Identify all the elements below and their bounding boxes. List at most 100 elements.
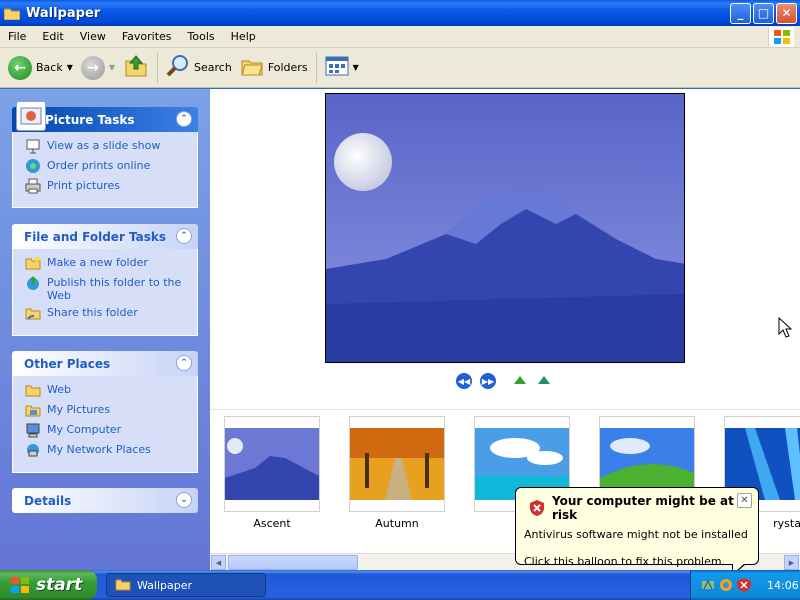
slideshow-icon bbox=[25, 138, 41, 154]
folders-label: Folders bbox=[267, 61, 308, 74]
rotate-counterclockwise-icon[interactable] bbox=[536, 374, 552, 389]
minimize-button[interactable]: _ bbox=[730, 2, 751, 24]
up-button[interactable] bbox=[119, 51, 153, 85]
menu-bar: File Edit View Favorites Tools Help bbox=[0, 26, 800, 48]
file-folder-tasks-title: File and Folder Tasks bbox=[24, 229, 167, 244]
folder-icon bbox=[25, 382, 41, 398]
balloon-close-button[interactable]: ✕ bbox=[737, 493, 752, 508]
details-title: Details bbox=[24, 493, 72, 508]
task-pane: Picture Tasks ⌃ View as a slide show Ord… bbox=[0, 89, 210, 570]
task-label: Publish this folder to the Web bbox=[47, 276, 182, 302]
scroll-left-button[interactable]: ◀ bbox=[211, 555, 226, 570]
other-places-header[interactable]: Other Places ⌃ bbox=[12, 351, 198, 376]
globe-publish-icon bbox=[25, 275, 41, 291]
security-center-tray-icon[interactable] bbox=[719, 578, 733, 592]
menu-favorites[interactable]: Favorites bbox=[114, 30, 180, 43]
details-header[interactable]: Details ⌄ bbox=[12, 488, 198, 513]
system-tray: 14:06 bbox=[690, 570, 800, 600]
menu-file[interactable]: File bbox=[0, 30, 34, 43]
scrollbar-thumb[interactable] bbox=[228, 555, 358, 570]
collapse-chevron-icon[interactable]: ⌃ bbox=[176, 111, 192, 127]
toolbar-separator bbox=[157, 52, 159, 83]
picture-tasks-panel: Picture Tasks ⌃ View as a slide show Ord… bbox=[12, 101, 198, 208]
picture-tasks-body: View as a slide show Order prints online… bbox=[12, 132, 198, 208]
security-shield-icon bbox=[530, 500, 544, 516]
task-slide-show[interactable]: View as a slide show bbox=[25, 138, 197, 158]
close-button[interactable]: ✕ bbox=[776, 2, 797, 24]
file-folder-tasks-header[interactable]: File and Folder Tasks ⌃ bbox=[12, 224, 198, 249]
taskbar-item-wallpaper[interactable]: Wallpaper bbox=[106, 573, 266, 597]
views-dropdown-icon[interactable]: ▼ bbox=[353, 63, 359, 72]
task-print-pictures[interactable]: Print pictures bbox=[25, 178, 197, 198]
menu-tools[interactable]: Tools bbox=[180, 30, 223, 43]
forward-button[interactable]: → ▼ bbox=[77, 51, 119, 85]
folders-icon bbox=[240, 55, 264, 80]
place-label: My Pictures bbox=[47, 403, 111, 416]
balloon-message: Antivirus software might not be installe… bbox=[524, 528, 748, 541]
place-my-computer[interactable]: My Computer bbox=[25, 422, 197, 442]
place-my-network-places[interactable]: My Network Places bbox=[25, 442, 197, 462]
collapse-chevron-icon[interactable]: ⌃ bbox=[176, 228, 192, 244]
task-label: Order prints online bbox=[47, 159, 151, 172]
my-pictures-icon bbox=[25, 402, 41, 418]
details-panel: Details ⌄ bbox=[12, 488, 198, 513]
forward-dropdown-icon[interactable]: ▼ bbox=[109, 63, 115, 72]
thumbnail-ascent[interactable] bbox=[224, 416, 320, 512]
clock[interactable]: 14:06 bbox=[767, 579, 799, 592]
taskbar-item-label: Wallpaper bbox=[137, 578, 193, 592]
task-order-prints[interactable]: Order prints online bbox=[25, 158, 197, 178]
place-label: My Network Places bbox=[47, 443, 151, 456]
window-title: Wallpaper bbox=[26, 5, 101, 21]
task-label: Make a new folder bbox=[47, 256, 148, 269]
image-preview[interactable] bbox=[325, 93, 685, 363]
menu-help[interactable]: Help bbox=[223, 30, 264, 43]
share-folder-icon bbox=[25, 305, 41, 321]
maximize-button[interactable]: □ bbox=[753, 2, 774, 24]
task-make-new-folder[interactable]: Make a new folder bbox=[25, 255, 197, 275]
new-folder-icon bbox=[25, 255, 41, 271]
place-label: My Computer bbox=[47, 423, 122, 436]
ascent-wallpaper-image bbox=[326, 94, 684, 362]
collapse-chevron-icon[interactable]: ⌃ bbox=[176, 355, 192, 371]
back-arrow-icon: ← bbox=[8, 55, 32, 80]
thumbnail-label: Ascent bbox=[253, 517, 291, 530]
folders-button[interactable]: Folders bbox=[236, 51, 312, 85]
security-alert-balloon[interactable]: Your computer might be at risk ✕ Antivir… bbox=[515, 487, 759, 576]
search-button[interactable]: Search bbox=[162, 51, 236, 85]
file-folder-tasks-panel: File and Folder Tasks ⌃ Make a new folde… bbox=[12, 224, 198, 336]
security-alert-tray-icon[interactable] bbox=[737, 578, 751, 592]
order-prints-icon bbox=[25, 158, 41, 174]
picture-tasks-header[interactable]: Picture Tasks ⌃ bbox=[12, 101, 198, 132]
menu-view[interactable]: View bbox=[72, 30, 114, 43]
place-label: Web bbox=[47, 383, 71, 396]
expand-chevron-icon[interactable]: ⌄ bbox=[176, 492, 192, 508]
rotate-clockwise-icon[interactable] bbox=[512, 374, 528, 389]
thumbnail-autumn[interactable] bbox=[349, 416, 445, 512]
start-button[interactable]: start bbox=[0, 570, 97, 600]
views-icon bbox=[325, 56, 349, 79]
other-places-body: Web My Pictures My Computer My Network P… bbox=[12, 376, 198, 473]
thumbnail-label: Autumn bbox=[375, 517, 419, 530]
title-bar[interactable]: Wallpaper _ □ ✕ bbox=[0, 0, 800, 26]
folder-icon bbox=[115, 577, 131, 594]
back-dropdown-icon[interactable]: ▼ bbox=[67, 63, 73, 72]
previous-image-button[interactable]: ◀◀ bbox=[456, 373, 472, 389]
place-web[interactable]: Web bbox=[25, 382, 197, 402]
other-places-panel: Other Places ⌃ Web My Pictures My Comput… bbox=[12, 351, 198, 473]
picture-tasks-title: Picture Tasks bbox=[45, 112, 135, 127]
network-icon bbox=[25, 442, 41, 458]
windows-logo-icon bbox=[768, 27, 794, 47]
network-tray-icon[interactable] bbox=[701, 578, 715, 592]
task-share-folder[interactable]: Share this folder bbox=[25, 305, 197, 325]
search-icon bbox=[166, 54, 190, 81]
menu-edit[interactable]: Edit bbox=[34, 30, 71, 43]
task-publish-folder[interactable]: Publish this folder to the Web bbox=[25, 275, 197, 305]
printer-icon bbox=[25, 178, 41, 194]
file-folder-tasks-body: Make a new folder Publish this folder to… bbox=[12, 249, 198, 336]
next-image-button[interactable]: ▶▶ bbox=[480, 373, 496, 389]
scroll-right-button[interactable]: ▶ bbox=[784, 555, 799, 570]
place-my-pictures[interactable]: My Pictures bbox=[25, 402, 197, 422]
views-button[interactable]: ▼ bbox=[321, 51, 363, 85]
forward-arrow-icon: → bbox=[80, 55, 105, 80]
back-button[interactable]: ← Back ▼ bbox=[4, 51, 77, 85]
